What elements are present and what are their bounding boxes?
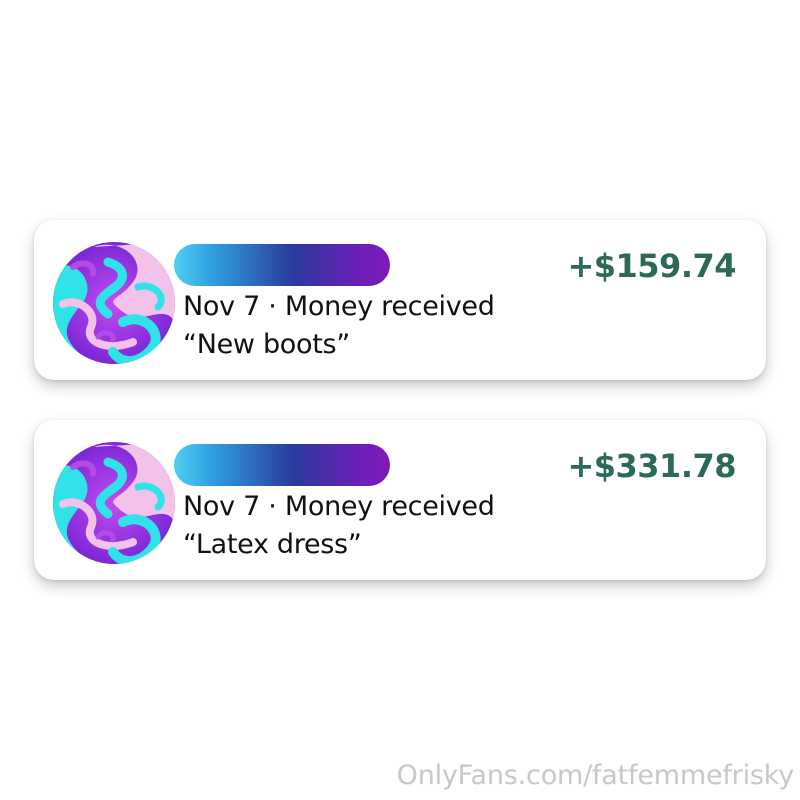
- transaction-type: Money received: [284, 291, 495, 322]
- transaction-note: “Latex dress”: [183, 529, 362, 560]
- transaction-amount: +$331.78: [567, 447, 736, 485]
- transaction-date: Nov 7: [183, 291, 260, 322]
- transaction-date: Nov 7: [183, 491, 260, 522]
- transaction-amount: +$159.74: [567, 247, 736, 285]
- transaction-card[interactable]: Nov 7 · Money received “New boots” +$159…: [34, 220, 766, 380]
- redacted-name-bar: [174, 444, 390, 486]
- redacted-name-bar: [174, 244, 390, 286]
- meta-separator: ·: [268, 491, 277, 522]
- transaction-type: Money received: [284, 491, 495, 522]
- marbled-avatar-icon: [53, 242, 175, 364]
- transaction-meta: Nov 7 · Money received: [183, 290, 495, 324]
- transaction-card[interactable]: Nov 7 · Money received “Latex dress” +$3…: [34, 420, 766, 580]
- transaction-meta: Nov 7 · Money received: [183, 490, 495, 524]
- marbled-avatar-icon: [53, 442, 175, 564]
- meta-separator: ·: [268, 291, 277, 322]
- watermark-text: OnlyFans.com/fatfemmefrisky: [396, 760, 795, 791]
- transaction-note: “New boots”: [183, 329, 350, 360]
